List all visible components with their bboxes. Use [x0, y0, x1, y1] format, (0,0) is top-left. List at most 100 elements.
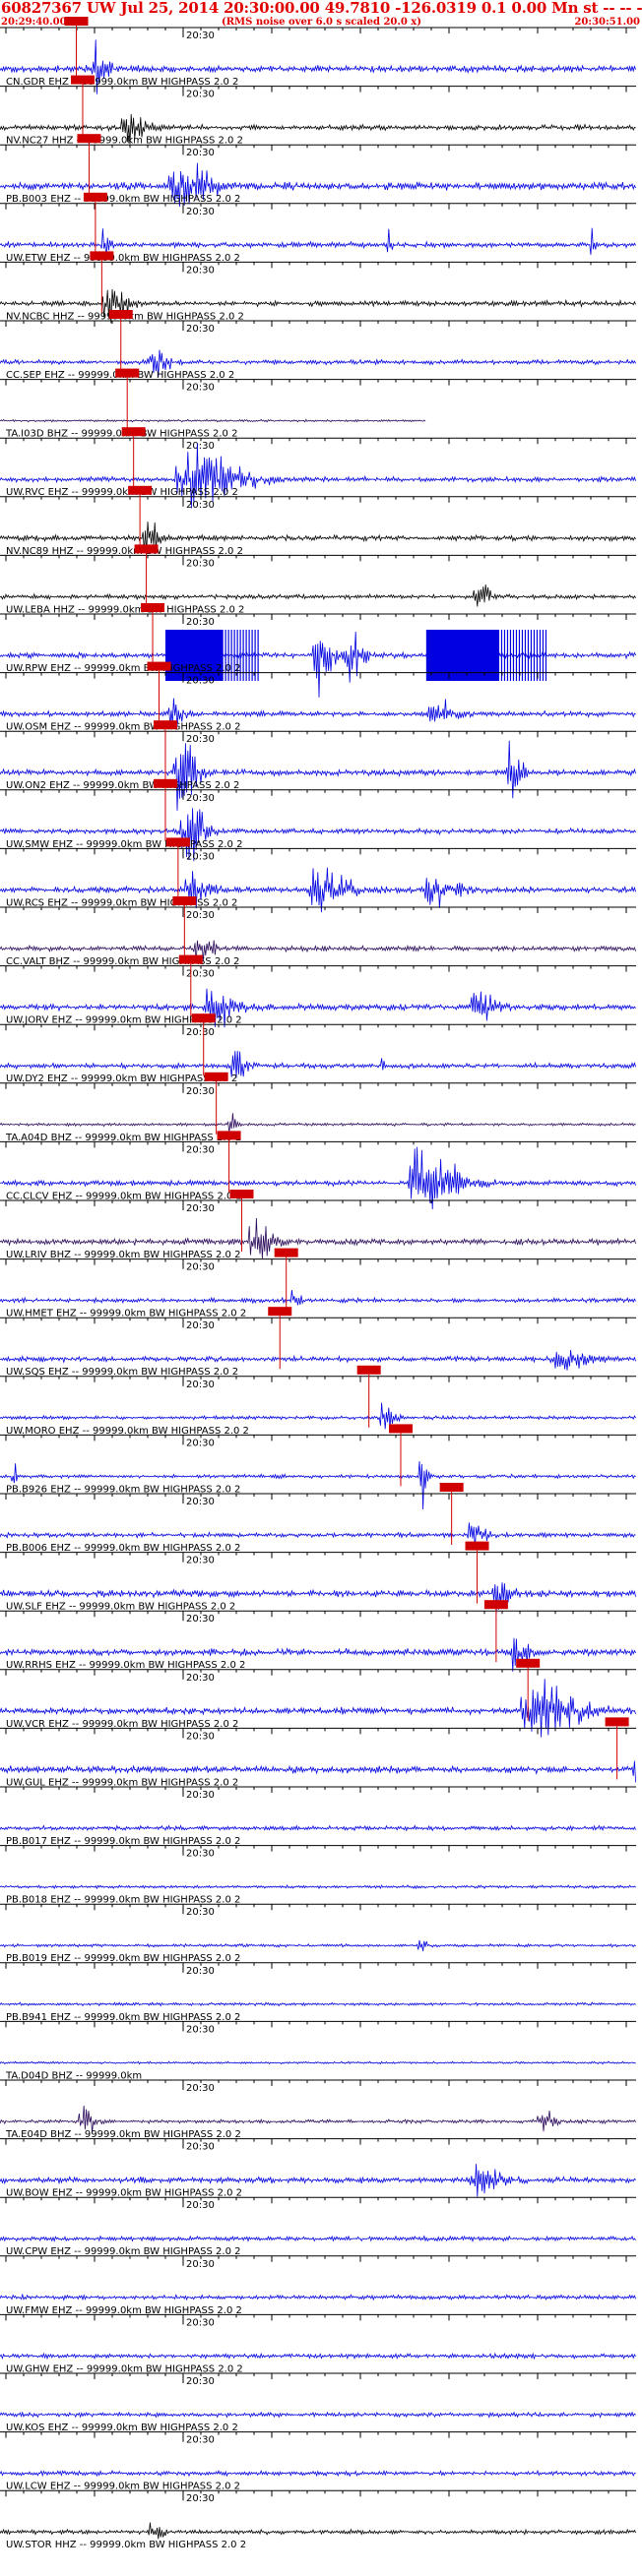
- minute-tick-label: 20:30: [186, 31, 215, 41]
- waveform: [0, 740, 636, 811]
- waveform: [0, 2235, 636, 2242]
- minute-tick-label: 20:30: [186, 2200, 215, 2211]
- trace-row: 20:30PB.B006 EHZ -- 99999.0km BW HIGHPAS…: [0, 1483, 636, 1554]
- trace-row: 20:30PB.B941 EHZ -- 99999.0km BW HIGHPAS…: [0, 1962, 636, 2023]
- waveform: [0, 1113, 636, 1133]
- trace-row: 20:30UW.LCW EHZ -- 99999.0km BW HIGHPASS…: [0, 2431, 636, 2492]
- minute-tick-label: 20:30: [186, 324, 215, 335]
- minute-tick-label: 20:30: [186, 851, 215, 862]
- pick-marker: [165, 837, 190, 847]
- minute-tick-label: 20:30: [186, 1262, 215, 1273]
- waveform: [0, 2001, 636, 2007]
- trace-row: 20:30TA.A04D BHZ -- 99999.0km BW HIGHPAS…: [0, 1072, 636, 1143]
- pick-marker: [147, 661, 171, 671]
- trace-row: 20:30UW.BOW EHZ -- 99999.0km BW HIGHPASS…: [0, 2138, 636, 2199]
- minute-tick-label: 20:30: [186, 558, 215, 569]
- minute-tick-label: 20:30: [186, 2376, 215, 2387]
- pick-marker: [153, 778, 177, 788]
- pick-marker: [172, 896, 197, 905]
- waveform: [0, 2522, 636, 2540]
- pick-marker: [108, 310, 133, 319]
- waveform: [0, 808, 636, 862]
- minute-tick-label: 20:30: [186, 383, 215, 394]
- waveform: [0, 418, 426, 423]
- pick-marker: [605, 1717, 629, 1727]
- trace-label: UW.STOR HHZ -- 99999.0km BW HIGHPASS 2.0…: [6, 2540, 246, 2550]
- trace-row: 20:30UW.MORO EHZ -- 99999.0km BW HIGHPAS…: [0, 1365, 636, 1437]
- trace-row: 20:30UW.LEBA HHZ -- 99999.0km BW HIGHPAS…: [0, 544, 636, 615]
- waveform: [0, 1290, 636, 1306]
- pick-marker: [90, 251, 114, 261]
- pick-marker: [356, 1365, 381, 1375]
- minute-tick-label: 20:30: [186, 265, 215, 276]
- trace-row: 20:30UW.ON2 EHZ -- 99999.0km BW HIGHPASS…: [0, 720, 636, 811]
- pick-marker: [204, 1072, 228, 1081]
- waveform: [0, 443, 636, 509]
- pick-marker: [134, 544, 159, 554]
- waveform: [0, 2411, 636, 2419]
- minute-tick-label: 20:30: [186, 500, 215, 511]
- trace-row: 20:30UW.KOS EHZ -- 99999.0km BW HIGHPASS…: [0, 2372, 636, 2433]
- minute-tick-label: 20:30: [186, 1144, 215, 1155]
- trace-row: 20:30PB.B017 EHZ -- 99999.0km BW HIGHPAS…: [0, 1786, 636, 1847]
- pick-marker: [439, 1483, 464, 1492]
- pick-marker: [178, 954, 203, 964]
- minute-tick-label: 20:30: [186, 793, 215, 804]
- minute-tick-label: 20:30: [186, 1497, 215, 1507]
- minute-tick-label: 20:30: [186, 1614, 215, 1625]
- minute-tick-label: 20:30: [186, 2317, 215, 2328]
- minute-tick-label: 20:30: [186, 1027, 215, 1038]
- minute-tick-label: 20:30: [186, 1966, 215, 1977]
- trace-row: 20:30NV.NCBC HHZ -- 99999.0km BW HIGHPAS…: [0, 251, 636, 324]
- trace-row: 20:30PB.B018 EHZ -- 99999.0km BW HIGHPAS…: [0, 1845, 636, 1906]
- waveform: [0, 2060, 636, 2065]
- minute-tick-label: 20:30: [186, 2024, 215, 2035]
- minute-tick-label: 20:30: [186, 90, 215, 100]
- trace-row: 20:30CC.SEP EHZ -- 99999.0km BW HIGHPASS…: [0, 310, 636, 381]
- seismogram-plot: 20:30CN.GDR EHZ -- 99999.0km BW HIGHPASS…: [0, 17, 636, 2550]
- minute-tick-label: 20:30: [186, 1556, 215, 1566]
- minute-tick-label: 20:30: [186, 2083, 215, 2094]
- pick-marker: [115, 368, 140, 378]
- pick-marker: [83, 192, 107, 202]
- pick-marker: [121, 427, 146, 437]
- minute-tick-label: 20:30: [186, 1438, 215, 1448]
- pick-marker: [70, 75, 95, 85]
- minute-tick-label: 20:30: [186, 617, 215, 628]
- pick-marker: [229, 1190, 254, 1198]
- minute-tick-label: 20:30: [186, 734, 215, 745]
- trace-row: 20:30UW.HMET EHZ -- 99999.0km BW HIGHPAS…: [0, 1248, 636, 1319]
- waveform: [0, 1824, 636, 1832]
- trace-row: 20:30UW.GHW EHZ -- 99999.0km BW HIGHPASS…: [0, 2313, 636, 2374]
- minute-tick-label: 20:30: [186, 207, 215, 217]
- trace-row: 20:30UW.OSM EHZ -- 99999.0km BW HIGHPASS…: [0, 661, 636, 733]
- trace-row: 20:30UW.RRHS EHZ -- 99999.0km BW HIGHPAS…: [0, 1600, 636, 1672]
- pick-marker: [465, 1541, 489, 1551]
- pick-marker: [516, 1658, 541, 1668]
- pick-marker: [77, 134, 101, 144]
- pick-marker: [153, 720, 177, 730]
- minute-tick-label: 20:30: [186, 2435, 215, 2446]
- trace-row: 20:30UW.GUL EHZ -- 99999.0km BW HIGHPASS…: [0, 1717, 636, 1788]
- minute-tick-label: 20:30: [186, 1731, 215, 1742]
- trace-row: 20:30UW.RCS EHZ -- 99999.0km BW HIGHPASS…: [0, 837, 636, 913]
- minute-tick-label: 20:30: [186, 910, 215, 921]
- trace-row: 20:30 UW.STOR HHZ -- 99999.0km BW HIGHPAS…: [0, 2489, 636, 2550]
- trace-row: 20:30UW.CPW EHZ -- 99999.0km BW HIGHPASS…: [0, 2196, 636, 2257]
- minute-tick-label: 20:30: [186, 1849, 215, 1860]
- minute-tick-label: 20:30: [186, 2259, 215, 2270]
- minute-tick-label: 20:30: [186, 1320, 215, 1331]
- minute-tick-label: 20:30: [186, 1673, 215, 1684]
- pick-marker: [128, 485, 153, 495]
- trace-row: 20:30UW.JORV EHZ -- 99999.0km BW HIGHPAS…: [0, 954, 636, 1028]
- waveform: [0, 2469, 636, 2478]
- minute-tick-label: 20:30: [186, 148, 215, 158]
- pick-marker: [64, 17, 89, 26]
- trace-row: 20:30UW.SLF EHZ -- 99999.0km BW HIGHPASS…: [0, 1541, 636, 1615]
- minute-tick-label: 20:30: [186, 1907, 215, 1918]
- minute-tick-label: 20:30: [186, 1203, 215, 1214]
- pick-marker: [217, 1131, 241, 1140]
- trace-row: 20:30TA.D04D BHZ -- 99999.0km: [0, 2020, 636, 2081]
- waveform: [0, 1884, 636, 1890]
- trace-row: 20:30NV.NC89 HHZ -- 99999.0km BW HIGHPAS…: [0, 485, 636, 557]
